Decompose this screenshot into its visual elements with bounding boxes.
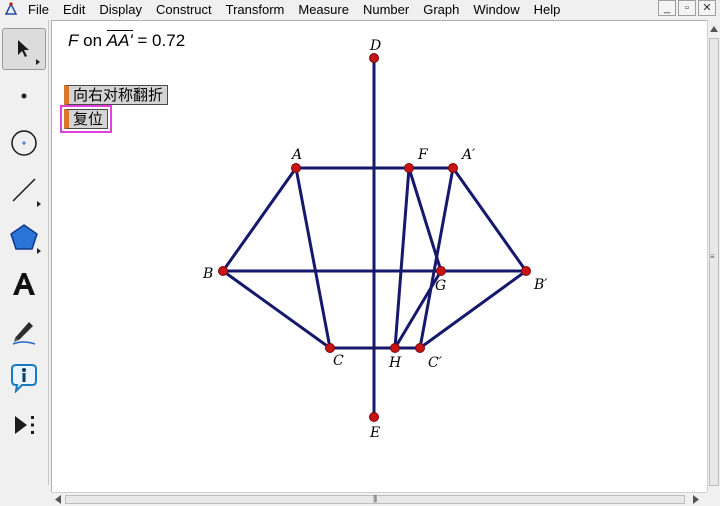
point-tool[interactable] (2, 75, 46, 117)
menu-measure[interactable]: Measure (298, 2, 349, 17)
point-icon (21, 93, 27, 99)
window-controls: _ ▫ ✕ (658, 0, 716, 16)
point-label-e: E (369, 425, 380, 441)
point-label-f: F (417, 147, 429, 163)
submenu-indicator-icon (37, 248, 41, 254)
menu-bar: File Edit Display Construct Transform Me… (0, 0, 720, 18)
point-label-h: H (388, 355, 402, 371)
menu-graph[interactable]: Graph (423, 2, 459, 17)
point-h[interactable] (390, 343, 400, 353)
segment-a2-b2[interactable] (451, 167, 528, 272)
menu-number[interactable]: Number (363, 2, 409, 17)
line-segment-icon (12, 178, 36, 202)
marker-tool[interactable] (2, 310, 46, 352)
point-label-b2: B′ (533, 277, 548, 293)
scroll-left-icon[interactable] (55, 495, 61, 504)
point-a[interactable] (291, 163, 301, 173)
scroll-up-icon[interactable] (710, 26, 718, 32)
vertical-scroll-thumb[interactable] (709, 38, 719, 486)
restore-button[interactable]: ▫ (678, 0, 696, 16)
menu-help[interactable]: Help (534, 2, 561, 17)
menu-edit[interactable]: Edit (63, 2, 85, 17)
submenu-indicator-icon (36, 59, 40, 65)
point-c2[interactable] (415, 343, 425, 353)
minimize-button[interactable]: _ (658, 0, 676, 16)
point-label-a: A (290, 147, 302, 163)
point-g[interactable] (436, 266, 446, 276)
toolbox (0, 20, 49, 485)
info-bubble-icon (11, 364, 37, 393)
horizontal-scrollbar[interactable]: ||| (51, 492, 707, 506)
polygon-tool[interactable] (2, 216, 46, 258)
straightedge-tool[interactable] (2, 169, 46, 211)
segment-a-b[interactable] (221, 167, 298, 272)
scroll-right-icon[interactable] (693, 495, 699, 504)
point-b[interactable] (218, 266, 228, 276)
segment-f-g[interactable] (407, 167, 443, 272)
point-e[interactable] (369, 412, 379, 422)
custom-tool[interactable] (2, 404, 46, 446)
menu-window[interactable]: Window (473, 2, 519, 17)
segment-f-h[interactable] (393, 167, 411, 349)
menu-file[interactable]: File (28, 2, 49, 17)
compass-circle-icon (11, 130, 37, 156)
sketch-canvas[interactable]: F on AA' = 0.72 向右对称翻折 复位 D E A F A′ B G B′ C H C′ (51, 20, 708, 493)
segment-a-c[interactable] (294, 167, 332, 349)
point-c[interactable] (325, 343, 335, 353)
point-label-a2: A′ (460, 147, 476, 163)
geometry-figure[interactable]: D E A F A′ B G B′ C H C′ (52, 21, 708, 493)
arrow-select-tool[interactable] (2, 28, 46, 70)
point-b2[interactable] (521, 266, 531, 276)
play-dots-icon (15, 416, 34, 434)
arrow-cursor-icon (18, 40, 29, 57)
text-tool[interactable] (2, 263, 46, 305)
point-d[interactable] (369, 53, 379, 63)
point-f[interactable] (404, 163, 414, 173)
letter-a-icon (13, 273, 35, 295)
submenu-indicator-icon (37, 201, 41, 207)
point-label-b: B (202, 266, 213, 282)
pen-marker-icon (12, 322, 36, 345)
menu-construct[interactable]: Construct (156, 2, 212, 17)
point-label-c2: C′ (428, 355, 443, 371)
pentagon-icon (10, 224, 38, 250)
information-tool[interactable] (2, 357, 46, 399)
menu-display[interactable]: Display (99, 2, 142, 17)
compass-tool[interactable] (2, 122, 46, 164)
close-button[interactable]: ✕ (698, 0, 716, 16)
vertical-scrollbar[interactable]: ≡ (707, 20, 720, 492)
point-label-c: C (333, 353, 344, 369)
point-a2[interactable] (448, 163, 458, 173)
segment-b-c[interactable] (222, 269, 331, 350)
point-label-g: G (435, 278, 446, 294)
menu-transform[interactable]: Transform (226, 2, 285, 17)
point-label-d: D (369, 38, 381, 54)
app-icon[interactable] (3, 1, 19, 17)
